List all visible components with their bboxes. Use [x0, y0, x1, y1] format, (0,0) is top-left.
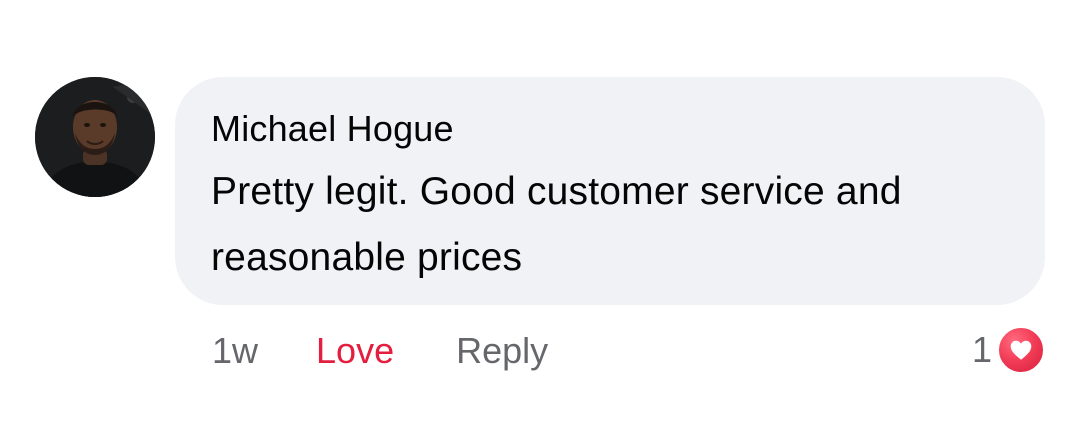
- comment-actions: 1w Love Reply: [212, 326, 548, 376]
- reply-button[interactable]: Reply: [456, 330, 548, 372]
- comment-timestamp[interactable]: 1w: [212, 330, 258, 372]
- love-reaction-button[interactable]: Love: [316, 330, 394, 372]
- reaction-count: 1: [971, 329, 992, 370]
- comment-author-name[interactable]: Michael Hogue: [211, 105, 1045, 153]
- comment-container: Michael Hogue Pretty legit. Good custome…: [0, 0, 1080, 432]
- comment-text: Pretty legit. Good customer service and …: [211, 170, 902, 279]
- avatar-photo: [35, 77, 155, 197]
- heart-icon: [996, 325, 1046, 375]
- comment-bubble: Michael Hogue Pretty legit. Good custome…: [175, 77, 1045, 305]
- heart-glyph: [1010, 340, 1032, 360]
- avatar[interactable]: [35, 77, 155, 197]
- reaction-summary[interactable]: 1: [972, 322, 1046, 378]
